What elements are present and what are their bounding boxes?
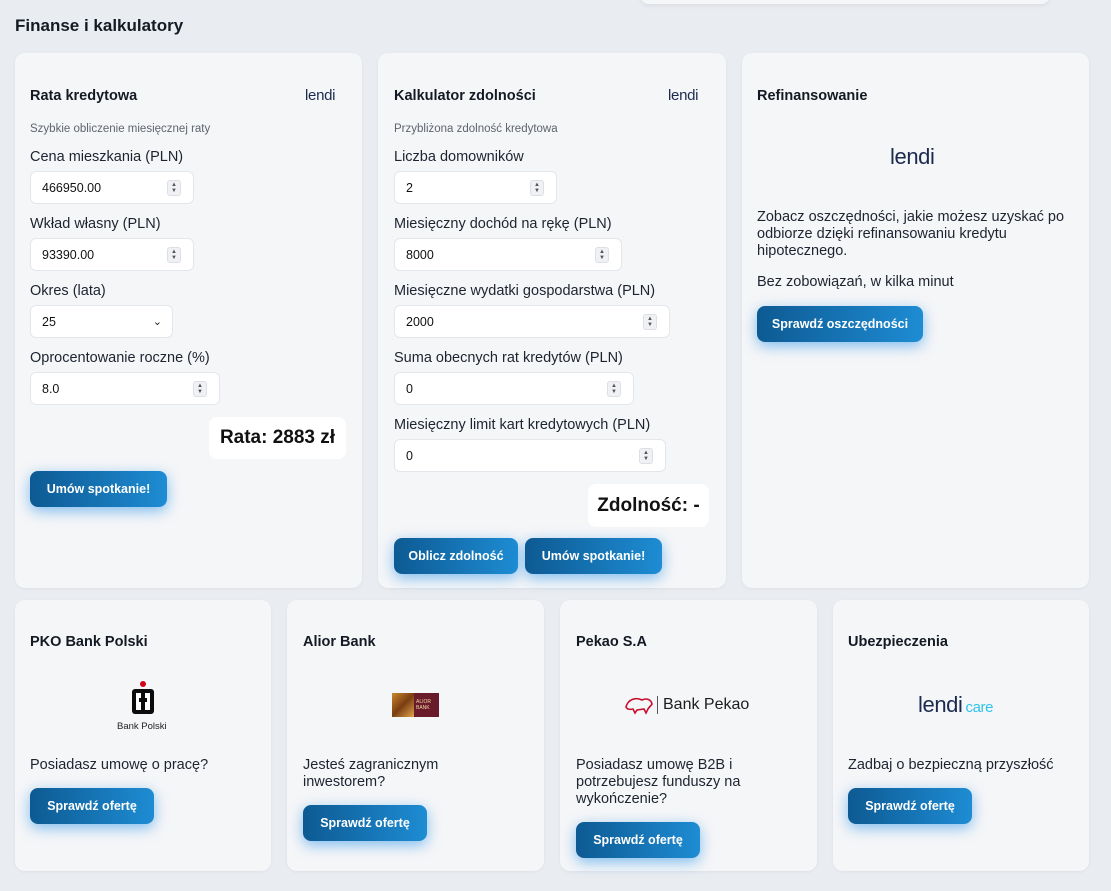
card-refinansowanie: Refinansowanie lendi Zobacz oszczędności…: [742, 53, 1089, 588]
field-label-income: Miesięczny dochód na rękę (PLN): [394, 216, 612, 232]
meeting-button[interactable]: Umów spotkanie!: [30, 471, 167, 507]
income-input[interactable]: 8000 ▲ ▼: [394, 238, 622, 271]
field-label-price: Cena mieszkania (PLN): [30, 149, 184, 165]
pekao-logo-text: Bank Pekao: [663, 696, 750, 713]
lendi-logo: lendi: [890, 144, 935, 169]
loans-value: 0: [406, 381, 413, 396]
alior-description: Jesteś zagranicznym inwestorem?: [303, 757, 439, 790]
household-input[interactable]: 2 ▲ ▼: [394, 171, 557, 204]
expenses-input[interactable]: 2000 ▲ ▼: [394, 305, 670, 338]
card-pko: PKO Bank Polski Bank Polski Posiadasz um…: [15, 600, 271, 871]
spinner-icon[interactable]: ▲ ▼: [167, 180, 181, 196]
spinner-icon[interactable]: ▲ ▼: [643, 314, 657, 330]
check-savings-button[interactable]: Sprawdź oszczędności: [757, 306, 923, 342]
card-title: Alior Bank: [303, 634, 376, 650]
lendi-care-main: lendi: [918, 692, 963, 717]
meeting-button[interactable]: Umów spotkanie!: [525, 538, 662, 574]
alior-logo-text: ALIOR BANK: [414, 693, 439, 717]
field-label-rate: Oprocentowanie roczne (%): [30, 350, 210, 366]
refi-tagline: Bez zobowiązań, w kilka minut: [757, 274, 954, 290]
card-title: Kalkulator zdolności: [394, 88, 536, 104]
card-alior: Alior Bank ALIOR BANK Jesteś zagraniczny…: [287, 600, 544, 871]
check-offer-button[interactable]: Sprawdź ofertę: [576, 822, 700, 858]
card-title: Ubezpieczenia: [848, 634, 948, 650]
loans-input[interactable]: 0 ▲ ▼: [394, 372, 634, 405]
downpayment-input[interactable]: 93390.00 ▲ ▼: [30, 238, 194, 271]
pko-logo-text: Bank Polski: [117, 721, 167, 732]
pekao-divider: [657, 696, 658, 714]
pekao-bison-icon: [625, 697, 653, 715]
lendi-care-logo: lendi care: [918, 692, 993, 718]
capacity-result: Zdolność: -: [588, 484, 709, 527]
price-input[interactable]: 466950.00 ▲ ▼: [30, 171, 194, 204]
page-title: Finanse i kalkulatory: [15, 16, 184, 35]
alior-logo-art-icon: [392, 693, 414, 717]
check-offer-button[interactable]: Sprawdź ofertę: [303, 805, 427, 841]
field-label-expenses: Miesięczne wydatki gospodarstwa (PLN): [394, 283, 656, 299]
pko-description: Posiadasz umowę o pracę?: [30, 757, 209, 773]
card-rata-kredytowa: Rata kredytowa lendi Szybkie obliczenie …: [15, 53, 362, 588]
cards-input[interactable]: 0 ▲ ▼: [394, 439, 666, 472]
spinner-icon[interactable]: ▲ ▼: [193, 381, 207, 397]
field-label-household: Liczba domowników: [394, 149, 524, 165]
field-label-downpayment: Wkład własny (PLN): [30, 216, 161, 232]
spinner-icon[interactable]: ▲ ▼: [639, 448, 653, 464]
card-ubezpieczenia: Ubezpieczenia lendi care Zadbaj o bezpiec…: [833, 600, 1089, 871]
chevron-down-icon: ⌄: [152, 316, 162, 328]
check-offer-button[interactable]: Sprawdź ofertę: [848, 788, 972, 824]
expenses-value: 2000: [406, 314, 434, 329]
lendi-care-sub: care: [965, 699, 994, 716]
card-kalkulator-zdolnosci: Kalkulator zdolności lendi Przybliżona z…: [378, 53, 726, 588]
card-title: Refinansowanie: [757, 88, 868, 104]
field-label-loans: Suma obecnych rat kredytów (PLN): [394, 350, 623, 366]
lendi-logo: lendi: [305, 87, 336, 104]
spinner-icon[interactable]: ▲ ▼: [167, 247, 181, 263]
field-label-period: Okres (lata): [30, 283, 106, 299]
card-subtitle: Szybkie obliczenie miesięcznej raty: [30, 123, 211, 135]
spinner-icon[interactable]: ▲ ▼: [595, 247, 609, 263]
rata-result: Rata: 2883 zł: [209, 417, 346, 459]
lendi-logo: lendi: [668, 87, 699, 104]
insurance-description: Zadbaj o bezpieczną przyszłość: [848, 757, 1054, 773]
card-subtitle: Przybliżona zdolność kredytowa: [394, 123, 558, 135]
income-value: 8000: [406, 247, 434, 262]
card-title: Rata kredytowa: [30, 88, 138, 104]
alior-logo: ALIOR BANK: [392, 693, 439, 717]
cards-value: 0: [406, 448, 413, 463]
spinner-icon[interactable]: ▲ ▼: [530, 180, 544, 196]
calculate-button[interactable]: Oblicz zdolność: [394, 538, 518, 574]
check-offer-button[interactable]: Sprawdź ofertę: [30, 788, 154, 824]
spinner-icon[interactable]: ▲ ▼: [607, 381, 621, 397]
refi-description: Zobacz oszczędności, jakie możesz uzyska…: [757, 209, 1065, 259]
period-select[interactable]: 25 ⌄: [30, 305, 173, 338]
pekao-description: Posiadasz umowę B2B i potrzebujesz fundu…: [576, 757, 741, 807]
pko-logo-icon: [132, 681, 154, 714]
card-pekao: Pekao S.A Bank Pekao Posiadasz umowę B2B…: [560, 600, 817, 871]
card-title: Pekao S.A: [576, 634, 647, 650]
top-search-pill: [640, 0, 1050, 4]
rate-input[interactable]: 8.0 ▲ ▼: [30, 372, 220, 405]
field-label-cards: Miesięczny limit kart kredytowych (PLN): [394, 417, 651, 433]
card-title: PKO Bank Polski: [30, 634, 148, 650]
